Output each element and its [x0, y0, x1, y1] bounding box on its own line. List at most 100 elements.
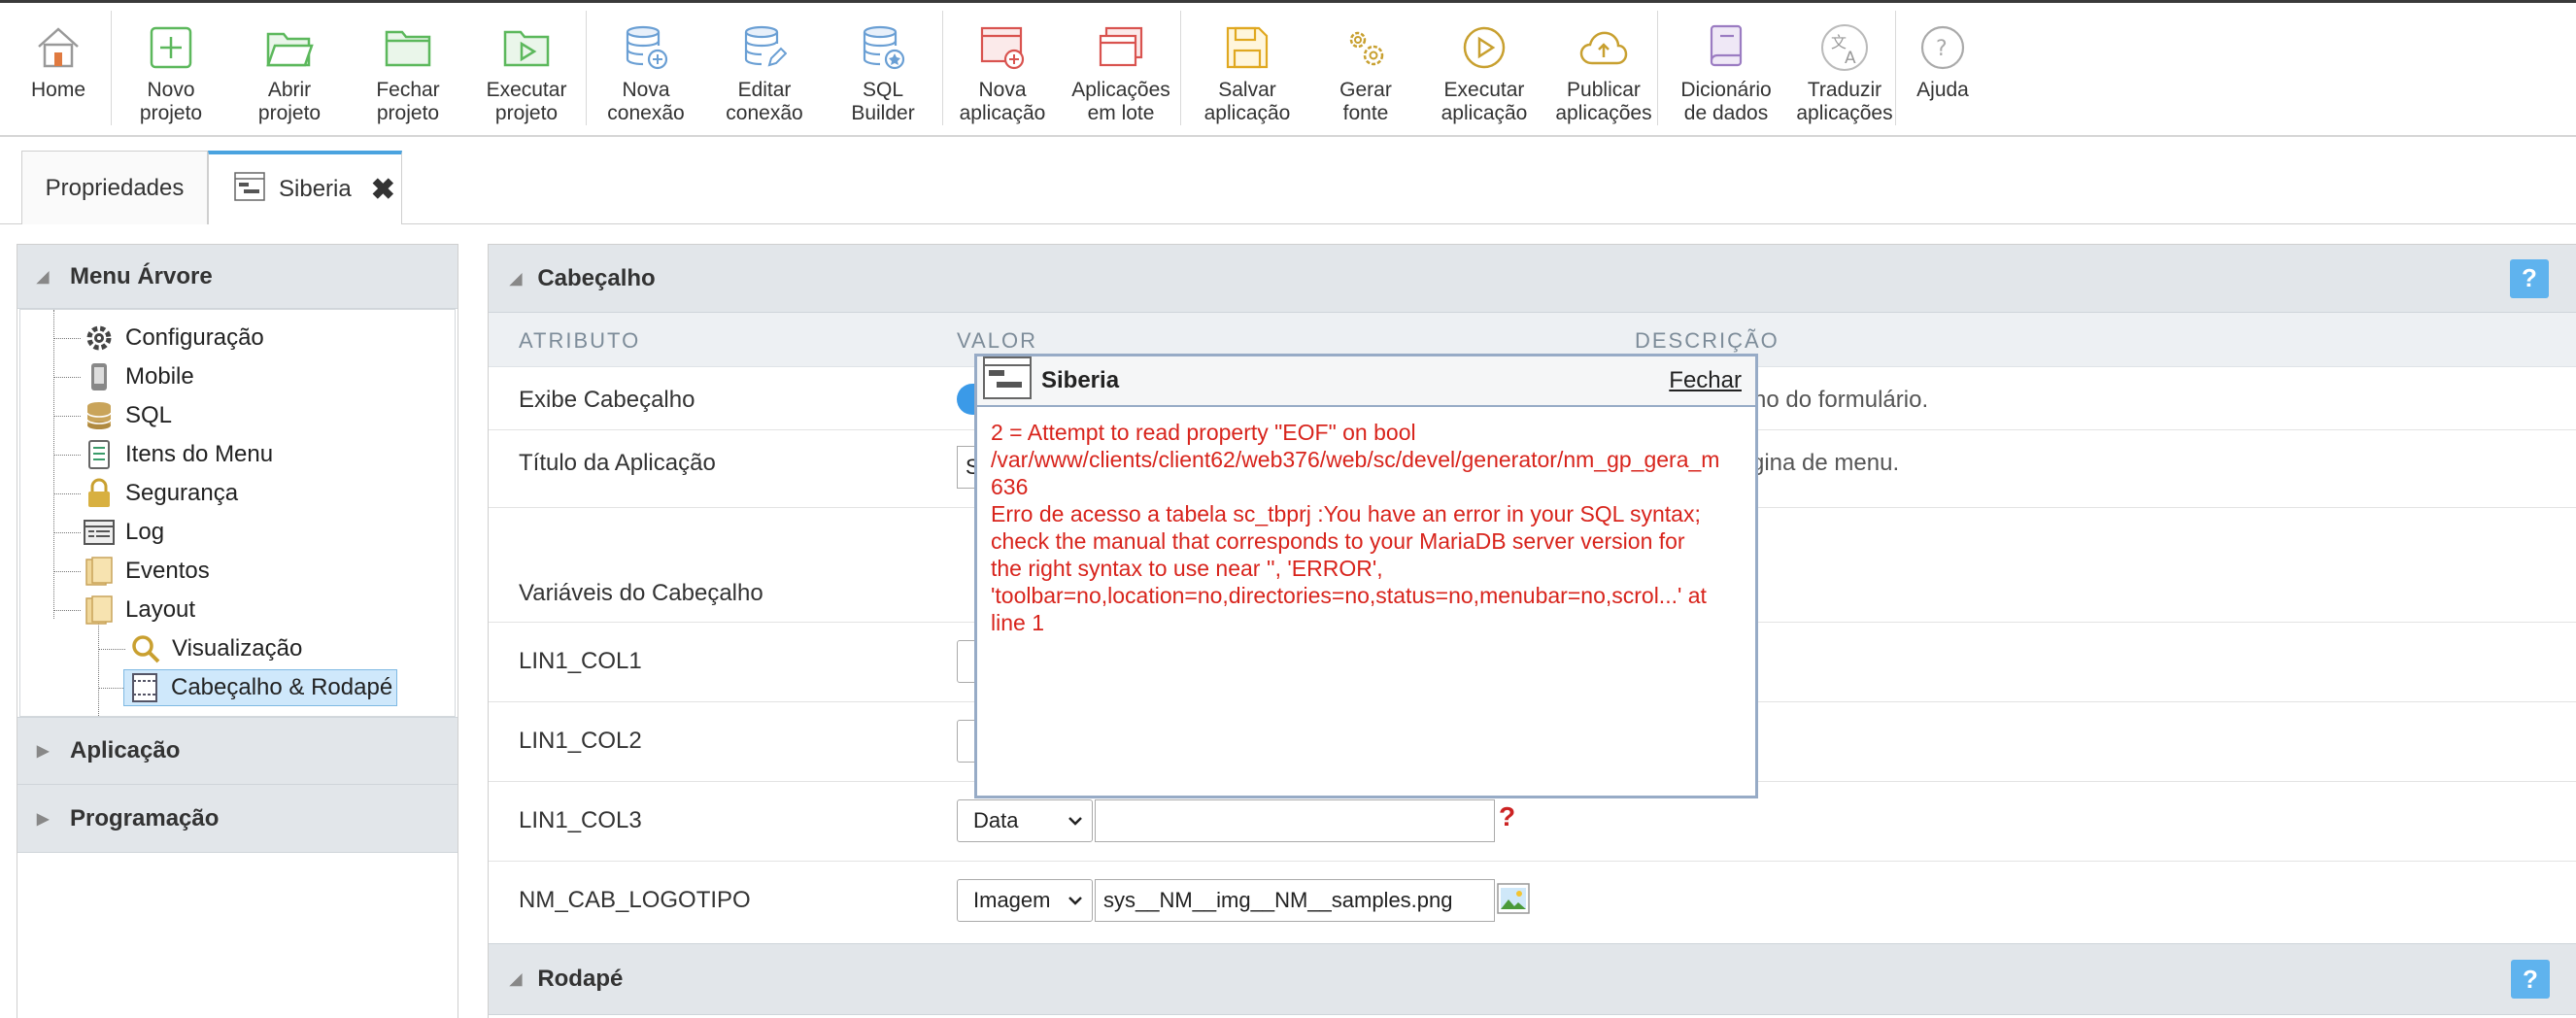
gears-icon [1340, 22, 1391, 73]
programming-section-header[interactable]: ▶ Programação [17, 785, 458, 853]
new-project-button[interactable]: Novo projeto [112, 3, 230, 135]
tree-item-label: Segurança [125, 480, 239, 506]
new-application-button[interactable]: Nova aplicação [943, 3, 1062, 135]
tree-connector [53, 310, 54, 619]
magnifier-icon [129, 632, 162, 665]
tree-item-sql[interactable]: SQL [83, 397, 172, 434]
tree-item-label: Itens do Menu [125, 441, 274, 467]
error-dialog: Siberia Fechar 2 = Attempt to read prope… [974, 354, 1758, 798]
tree-item-label: Eventos [125, 558, 210, 584]
tree-connector [53, 455, 81, 456]
save-application-button[interactable]: Salvar aplicação [1181, 3, 1313, 135]
publish-applications-button[interactable]: Publicar aplicações [1550, 3, 1657, 135]
toolbar-label: Executar projeto [486, 79, 567, 124]
expand-triangle-icon: ▶ [37, 810, 50, 828]
tree-item-configuration[interactable]: Configuração [83, 320, 264, 356]
tree-item-mobile[interactable]: Mobile [83, 358, 194, 395]
tree-connector [53, 571, 81, 572]
footer-section-title[interactable]: ◢ Rodapé ? [489, 943, 2576, 1015]
tree-item-label: Cabeçalho & Rodapé [171, 674, 393, 700]
collapse-triangle-icon: ◢ [37, 268, 50, 286]
sidebar: ◢ Menu Árvore Configuração Mobile SQL It… [17, 244, 458, 1018]
tab-properties[interactable]: Propriedades [21, 151, 208, 224]
application-section-header[interactable]: ▶ Aplicação [17, 717, 458, 785]
tree-item-header-footer[interactable]: Cabeçalho & Rodapé [123, 669, 398, 706]
toolbar-label: Editar conexão [726, 79, 803, 124]
tree-connector [53, 532, 81, 533]
home-button[interactable]: Home [6, 3, 111, 135]
toolbar-label: Ajuda [1916, 79, 1969, 101]
help-button[interactable]: ? Ajuda [1896, 3, 1989, 135]
run-project-button[interactable]: Executar projeto [467, 3, 586, 135]
help-icon[interactable]: ? [2511, 960, 2550, 999]
toolbar-label: Salvar aplicação [1203, 79, 1291, 124]
translate-applications-button[interactable]: 文A Traduzir aplicações [1794, 3, 1895, 135]
data-dictionary-button[interactable]: Dicionário de dados [1658, 3, 1794, 135]
help-icon: ? [1917, 22, 1968, 73]
open-project-button[interactable]: Abrir projeto [230, 3, 349, 135]
tree-item-security[interactable]: Segurança [83, 475, 238, 512]
collapse-triangle-icon: ◢ [510, 270, 523, 288]
tree-connector [53, 377, 81, 378]
dialog-header: Siberia Fechar [977, 356, 1755, 407]
home-icon [33, 22, 84, 73]
translate-icon: 文A [1819, 22, 1870, 73]
run-project-icon [501, 22, 552, 73]
help-question-icon[interactable]: ? [1499, 801, 1515, 832]
tree-connector [53, 493, 81, 494]
tree-connector [53, 416, 81, 417]
generate-source-button[interactable]: Gerar fonte [1313, 3, 1418, 135]
tree-item-visualization[interactable]: Visualização [129, 630, 302, 667]
new-connection-icon [621, 22, 671, 73]
toolbar-label: Nova conexão [607, 79, 685, 124]
play-icon [1459, 22, 1509, 73]
batch-applications-button[interactable]: Aplicações em lote [1062, 3, 1180, 135]
dialog-title: Siberia [1041, 367, 1120, 393]
main-toolbar: Home Novo projeto Abrir projeto Fechar p… [0, 0, 2576, 137]
logo-type-select[interactable]: Imagem [957, 879, 1093, 922]
description-text: gina de menu. [1751, 450, 1900, 476]
toolbar-label: SQL Builder [851, 79, 915, 124]
cloud-upload-icon [1578, 22, 1629, 73]
tab-siberia[interactable]: Siberia ✖ [208, 151, 402, 224]
lin1-col3-value-input[interactable] [1095, 799, 1495, 842]
tree-item-menu-items[interactable]: Itens do Menu [83, 436, 273, 473]
tree-item-label: SQL [125, 402, 173, 428]
logo-value-input[interactable]: sys__NM__img__NM__samples.png [1095, 879, 1495, 922]
tree-item-label: Visualização [172, 635, 303, 662]
tree-item-layout[interactable]: Layout [83, 592, 195, 628]
lock-icon [83, 477, 116, 510]
tree-item-log[interactable]: Log [83, 514, 164, 551]
toolbar-label: Novo projeto [139, 79, 203, 124]
save-icon [1222, 22, 1272, 73]
help-icon[interactable]: ? [2510, 258, 2549, 298]
error-message: 2 = Attempt to read property "EOF" on bo… [991, 420, 1720, 635]
collapse-triangle-icon: ◢ [510, 971, 523, 988]
header-section-title[interactable]: ◢ Cabeçalho ? [489, 245, 2576, 313]
svg-text:?: ? [1936, 37, 1948, 61]
lin1-col3-type-select[interactable]: Data [957, 799, 1093, 842]
dialog-close-link[interactable]: Fechar [1669, 367, 1742, 394]
edit-connection-button[interactable]: Editar conexão [705, 3, 824, 135]
application-icon [234, 171, 265, 208]
new-connection-button[interactable]: Nova conexão [587, 3, 705, 135]
tree-item-label: Layout [125, 596, 196, 623]
tree-item-events[interactable]: Eventos [83, 553, 210, 590]
tree-connector [98, 649, 125, 650]
column-header-value: VALOR [957, 328, 1037, 353]
application-icon [983, 356, 1032, 406]
tree-connector [53, 610, 81, 611]
image-picker-icon[interactable] [1497, 883, 1530, 919]
close-project-button[interactable]: Fechar projeto [349, 3, 467, 135]
tab-label: Siberia [279, 176, 352, 202]
toolbar-label: Aplicações em lote [1071, 79, 1170, 124]
run-application-button[interactable]: Executar aplicação [1418, 3, 1550, 135]
gear-icon [83, 322, 116, 355]
table-row: NM_CAB_LOGOTIPO Imagem sys__NM__img__NM_… [489, 862, 2576, 943]
sql-builder-button[interactable]: SQL Builder [824, 3, 942, 135]
select-value: Data [973, 808, 1019, 832]
open-folder-icon [264, 22, 315, 73]
attribute-label: Exibe Cabeçalho [519, 387, 695, 413]
close-tab-icon[interactable]: ✖ [371, 173, 395, 207]
menu-tree-header[interactable]: ◢ Menu Árvore [17, 245, 458, 309]
